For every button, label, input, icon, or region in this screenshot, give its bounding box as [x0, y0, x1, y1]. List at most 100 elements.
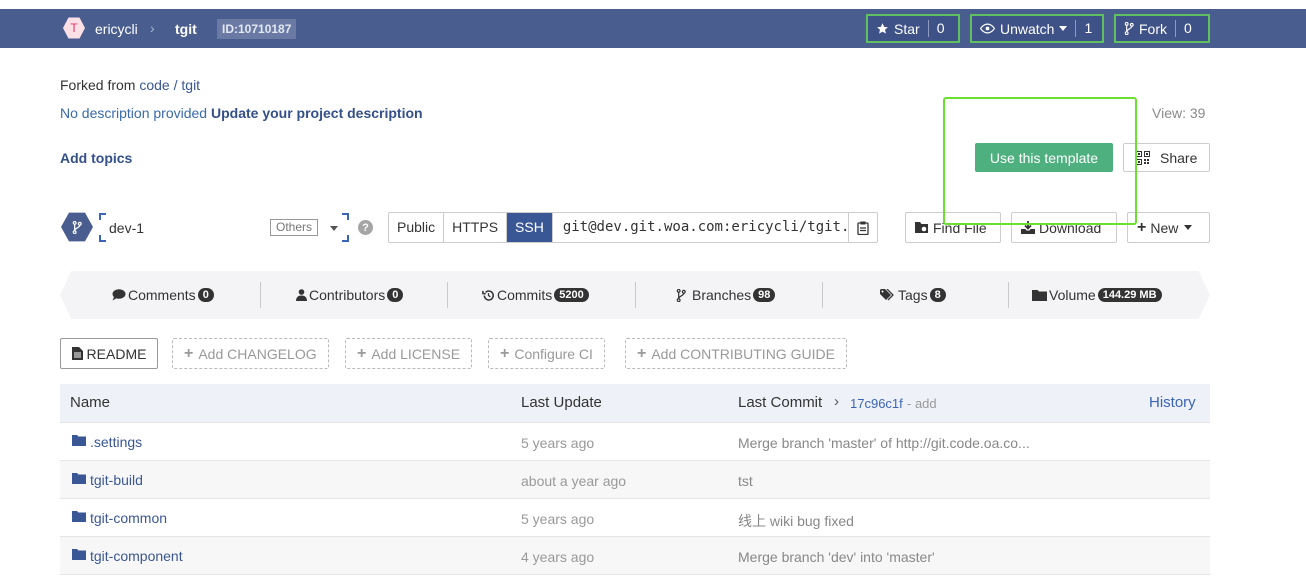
file-table: Name Last Update Last Commit › 17c96c1f …: [60, 384, 1210, 587]
star-count[interactable]: 0: [927, 20, 953, 37]
file-table-header: Name Last Update Last Commit › 17c96c1f …: [60, 384, 1210, 422]
file-name-link[interactable]: tgit-common: [90, 510, 167, 526]
stat-branches[interactable]: Branches 98: [676, 287, 776, 303]
table-row[interactable]: [60, 574, 1210, 587]
fork-button[interactable]: Fork 0: [1114, 14, 1210, 43]
forked-source-link[interactable]: code / tgit: [139, 77, 200, 93]
download-button[interactable]: Download: [1011, 212, 1117, 243]
clipboard-icon: [857, 221, 869, 235]
ssh-toggle[interactable]: SSH: [507, 213, 553, 242]
table-row[interactable]: tgit-build about a year ago tst: [60, 460, 1210, 498]
stat-count: 5200: [554, 288, 589, 302]
stat-contributors[interactable]: Contributors 0: [296, 287, 404, 303]
folder-icon: [72, 473, 86, 484]
project-description: No description provided Update your proj…: [60, 105, 423, 121]
col-last-commit-header: Last Commit: [738, 394, 823, 411]
file-name-link[interactable]: tgit-build: [90, 472, 143, 488]
find-file-button[interactable]: Find File: [905, 212, 1001, 243]
file-last-update: 5 years ago: [521, 435, 595, 451]
plus-icon: +: [500, 344, 510, 362]
breadcrumb-separator: ›: [150, 20, 155, 36]
col-last-update-header: Last Update: [521, 394, 602, 411]
repo-stats-bar: Comments 0 Contributors 0 Commits 5200 B…: [60, 271, 1210, 319]
add-license-label: Add LICENSE: [371, 345, 461, 362]
file-last-update: 5 years ago: [521, 511, 595, 527]
branch-type-tag: Others: [270, 219, 319, 236]
stat-label: Branches: [692, 287, 752, 303]
file-text-icon: [71, 347, 83, 360]
forked-from: Forked from code / tgit: [60, 77, 200, 93]
unwatch-button[interactable]: Unwatch 1: [970, 14, 1104, 43]
chevron-down-icon: [1059, 26, 1068, 31]
clone-url-field[interactable]: git@dev.git.woa.com:ericycli/tgit.git: [553, 213, 849, 242]
update-description-link[interactable]: Update your project description: [211, 105, 423, 121]
add-contributing-button[interactable]: + Add CONTRIBUTING GUIDE: [625, 338, 847, 369]
find-file-label: Find File: [933, 219, 987, 236]
fork-icon: [1124, 22, 1134, 35]
history-link[interactable]: History: [1149, 394, 1196, 411]
new-button[interactable]: + New: [1127, 212, 1210, 243]
copy-button[interactable]: [849, 213, 877, 242]
stat-comments[interactable]: Comments 0: [112, 287, 214, 303]
use-template-button[interactable]: Use this template: [975, 143, 1113, 172]
comment-icon: [112, 289, 126, 301]
watch-count[interactable]: 1: [1075, 20, 1100, 37]
find-file-icon: [915, 222, 928, 233]
view-count: View: 39: [1152, 105, 1206, 121]
file-last-commit[interactable]: Merge branch 'dev' into 'master': [738, 549, 935, 565]
add-license-button[interactable]: + Add LICENSE: [345, 338, 473, 369]
file-last-commit[interactable]: Merge branch 'master' of http://git.code…: [738, 435, 1030, 451]
add-changelog-button[interactable]: + Add CHANGELOG: [172, 338, 329, 369]
file-name-link[interactable]: .settings: [90, 434, 142, 450]
file-name-link[interactable]: tgit-component: [90, 548, 183, 564]
folder-icon: [72, 511, 86, 522]
help-icon[interactable]: ?: [358, 220, 373, 235]
new-label: New: [1150, 219, 1179, 236]
configure-ci-button[interactable]: + Configure CI: [488, 338, 605, 369]
qr-code-icon: [1136, 150, 1150, 165]
table-row[interactable]: .settings 5 years ago Merge branch 'mast…: [60, 422, 1210, 460]
add-topics-link[interactable]: Add topics: [60, 150, 132, 166]
stat-volume[interactable]: Volume 144.29 MB: [1032, 287, 1162, 303]
add-changelog-label: Add CHANGELOG: [198, 345, 317, 362]
fork-count[interactable]: 0: [1175, 20, 1200, 37]
owner-link[interactable]: ericycli: [95, 21, 138, 37]
table-row[interactable]: tgit-component 4 years ago Merge branch …: [60, 536, 1210, 574]
star-icon: [877, 23, 888, 34]
forked-prefix: Forked from: [60, 77, 136, 93]
last-commit-sha-link[interactable]: 17c96c1f: [850, 396, 903, 411]
https-toggle[interactable]: HTTPS: [444, 213, 508, 242]
repo-name-link[interactable]: tgit: [175, 21, 197, 37]
download-icon: [1021, 221, 1035, 234]
file-last-update: about a year ago: [521, 473, 627, 489]
plus-icon: +: [184, 344, 194, 362]
stat-label: Tags: [898, 287, 928, 303]
stat-label: Commits: [497, 287, 553, 303]
folder-icon: [1032, 290, 1047, 301]
stat-count: 0: [197, 288, 214, 302]
configure-ci-label: Configure CI: [514, 345, 593, 362]
star-button[interactable]: Star 0: [866, 14, 960, 43]
readme-button[interactable]: README: [60, 338, 158, 369]
table-row[interactable]: tgit-common 5 years ago 线上 wiki bug fixe…: [60, 498, 1210, 536]
stat-label: Contributors: [309, 287, 386, 303]
public-toggle[interactable]: Public: [389, 213, 445, 242]
share-label: Share: [1160, 149, 1198, 166]
file-last-commit[interactable]: 线上 wiki bug fixed: [738, 511, 854, 531]
branch-select[interactable]: dev-1 Others: [99, 213, 349, 242]
plus-icon: +: [357, 344, 367, 362]
stat-commits[interactable]: Commits 5200: [482, 287, 589, 303]
branch-icon: [676, 288, 686, 302]
plus-icon: +: [1137, 218, 1147, 236]
user-icon: [296, 289, 307, 301]
share-button[interactable]: Share: [1123, 143, 1210, 172]
stat-count: 98: [753, 288, 776, 302]
stat-tags[interactable]: Tags 8: [880, 287, 946, 303]
stat-label: Comments: [128, 287, 196, 303]
branch-name: dev-1: [109, 220, 145, 236]
avatar-letter: T: [70, 21, 78, 35]
user-avatar[interactable]: T: [63, 17, 85, 39]
tag-icon: [880, 289, 894, 301]
folder-icon: [72, 435, 86, 446]
file-last-commit[interactable]: tst: [738, 473, 753, 489]
